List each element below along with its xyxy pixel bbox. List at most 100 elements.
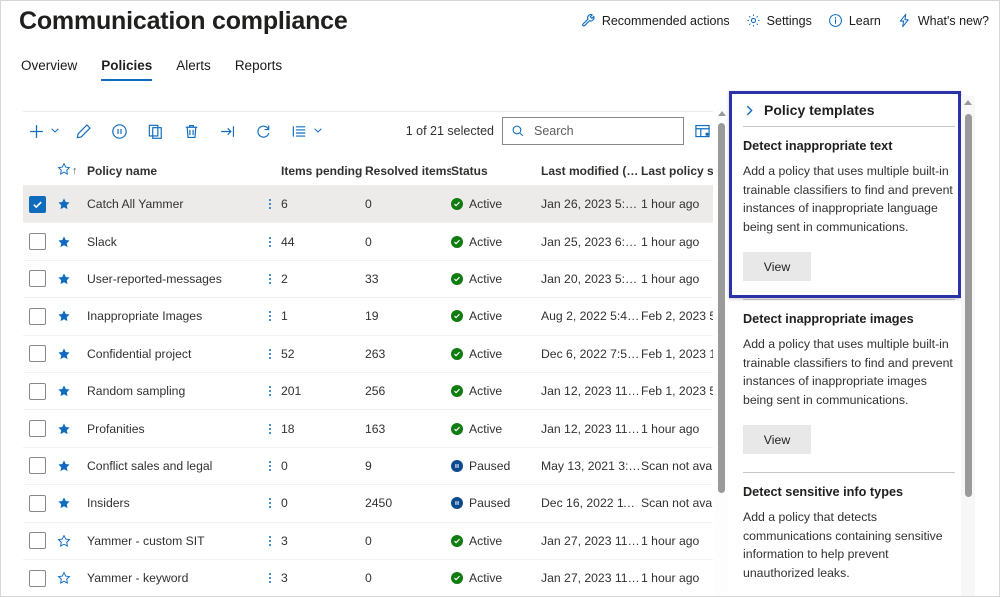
table-row[interactable]: Random sampling 201 256 Active Jan 12, 2023 … — [23, 373, 713, 411]
star-filled-icon[interactable] — [57, 235, 71, 249]
star-filled-icon[interactable] — [57, 496, 71, 510]
create-policy-button[interactable] — [23, 116, 60, 146]
row-checkbox[interactable] — [29, 532, 46, 550]
row-checkbox[interactable] — [29, 457, 46, 475]
row-checkbox-cell[interactable] — [23, 233, 57, 251]
learn-button[interactable]: Learn — [828, 13, 881, 28]
refresh-button[interactable] — [250, 116, 276, 146]
table-row[interactable]: Confidential project 52 263 Active Dec 6, 20… — [23, 336, 713, 373]
row-favorite-cell[interactable] — [57, 422, 87, 436]
more-options-icon[interactable] — [269, 348, 271, 359]
table-row[interactable]: Yammer - custom SIT 3 0 Active Jan 27, 2023 … — [23, 523, 713, 560]
table-row[interactable]: Insiders 0 2450 Paused Dec 16, 2022 11:26...… — [23, 485, 713, 523]
export-policy-button[interactable] — [214, 116, 240, 146]
policy-name-cell[interactable]: Conflict sales and legal — [87, 459, 259, 473]
settings-button[interactable]: Settings — [746, 13, 812, 28]
edit-policy-button[interactable] — [70, 116, 96, 146]
more-options-icon[interactable] — [269, 573, 271, 584]
last-policy-scan-column-header[interactable]: Last policy s — [641, 164, 713, 178]
star-filled-icon[interactable] — [57, 459, 71, 473]
star-filled-icon[interactable] — [57, 272, 71, 286]
more-options-icon[interactable] — [269, 423, 271, 434]
row-favorite-cell[interactable] — [57, 384, 87, 398]
row-checkbox-cell[interactable] — [23, 457, 57, 475]
search-box[interactable] — [502, 117, 684, 145]
star-filled-icon[interactable] — [57, 347, 71, 361]
more-options-icon[interactable] — [269, 236, 271, 247]
row-checkbox[interactable] — [29, 420, 46, 438]
panel-scrollbar-thumb[interactable] — [965, 114, 972, 497]
policy-templates-header[interactable]: Policy templates — [743, 91, 955, 124]
row-checkbox[interactable] — [29, 195, 46, 213]
tab-reports[interactable]: Reports — [223, 58, 294, 81]
policy-name-cell[interactable]: Insiders — [87, 496, 259, 510]
row-favorite-cell[interactable] — [57, 496, 87, 510]
table-row[interactable]: Inappropriate Images 1 19 Active Aug 2, 2022… — [23, 298, 713, 336]
tab-overview[interactable]: Overview — [19, 58, 89, 81]
table-row[interactable]: Yammer - keyword 3 0 Active Jan 27, 2023 11:… — [23, 560, 713, 596]
scroll-up-arrow-icon[interactable] — [964, 100, 972, 105]
star-filled-icon[interactable] — [57, 384, 71, 398]
table-row[interactable]: User-reported-messages 2 33 Active Jan 20, 2… — [23, 261, 713, 299]
row-actions-cell[interactable] — [259, 273, 281, 284]
row-actions-cell[interactable] — [259, 386, 281, 397]
chevron-right-icon[interactable] — [743, 104, 756, 117]
tab-policies[interactable]: Policies — [89, 58, 164, 81]
row-checkbox[interactable] — [29, 270, 46, 288]
row-checkbox[interactable] — [29, 382, 46, 400]
row-checkbox[interactable] — [29, 307, 46, 325]
recommended-actions-button[interactable]: Recommended actions — [581, 13, 730, 28]
row-favorite-cell[interactable] — [57, 272, 87, 286]
row-actions-cell[interactable] — [259, 498, 281, 509]
row-checkbox[interactable] — [29, 494, 46, 512]
row-favorite-cell[interactable] — [57, 309, 87, 323]
more-options-icon[interactable] — [269, 535, 271, 546]
resolved-items-column-header[interactable]: Resolved items — [365, 164, 451, 178]
tab-alerts[interactable]: Alerts — [164, 58, 223, 81]
row-favorite-cell[interactable] — [57, 197, 87, 211]
row-checkbox-cell[interactable] — [23, 345, 57, 363]
policy-name-cell[interactable]: Profanities — [87, 422, 259, 436]
row-actions-cell[interactable] — [259, 535, 281, 546]
row-actions-cell[interactable] — [259, 199, 281, 210]
policy-name-cell[interactable]: User-reported-messages — [87, 272, 259, 286]
policy-name-cell[interactable]: Yammer - custom SIT — [87, 534, 259, 548]
row-checkbox-cell[interactable] — [23, 195, 57, 213]
row-checkbox-cell[interactable] — [23, 382, 57, 400]
scroll-up-arrow-icon[interactable] — [718, 111, 726, 116]
table-scrollbar[interactable] — [715, 109, 728, 596]
star-outline-icon[interactable] — [57, 534, 71, 548]
whats-new-button[interactable]: What's new? — [897, 13, 989, 28]
table-row[interactable]: Conflict sales and legal 0 9 Paused May 13, … — [23, 448, 713, 486]
table-row[interactable]: Slack 44 0 Active Jan 25, 2023 6:43 A...1 ho… — [23, 223, 713, 261]
row-actions-cell[interactable] — [259, 311, 281, 322]
row-checkbox-cell[interactable] — [23, 569, 57, 587]
row-checkbox[interactable] — [29, 233, 46, 251]
row-actions-cell[interactable] — [259, 348, 281, 359]
star-filled-icon[interactable] — [57, 197, 71, 211]
table-row[interactable]: Catch All Yammer 6 0 Active Jan 26, 2023 5:0… — [23, 186, 713, 224]
more-options-icon[interactable] — [269, 273, 271, 284]
table-scrollbar-thumb[interactable] — [718, 123, 725, 493]
policy-name-cell[interactable]: Random sampling — [87, 384, 259, 398]
table-row[interactable]: Profanities 18 163 Active Jan 12, 2023 11:46… — [23, 410, 713, 448]
star-outline-icon[interactable] — [57, 571, 71, 585]
more-options-icon[interactable] — [269, 460, 271, 471]
delete-policy-button[interactable] — [178, 116, 204, 146]
favorite-column-header[interactable]: ↑ — [57, 162, 87, 179]
row-checkbox[interactable] — [29, 569, 46, 587]
policy-name-cell[interactable]: Yammer - keyword — [87, 571, 259, 585]
row-checkbox-cell[interactable] — [23, 532, 57, 550]
last-modified-column-header[interactable]: Last modified (UTC) — [541, 164, 641, 178]
view-template-button[interactable]: View — [743, 252, 811, 281]
row-favorite-cell[interactable] — [57, 571, 87, 585]
status-column-header[interactable]: Status — [451, 164, 541, 178]
row-actions-cell[interactable] — [259, 423, 281, 434]
row-favorite-cell[interactable] — [57, 459, 87, 473]
column-options-icon[interactable] — [692, 121, 713, 142]
row-favorite-cell[interactable] — [57, 235, 87, 249]
row-actions-cell[interactable] — [259, 236, 281, 247]
row-favorite-cell[interactable] — [57, 534, 87, 548]
row-checkbox-cell[interactable] — [23, 494, 57, 512]
items-pending-column-header[interactable]: Items pending ... — [281, 164, 365, 178]
